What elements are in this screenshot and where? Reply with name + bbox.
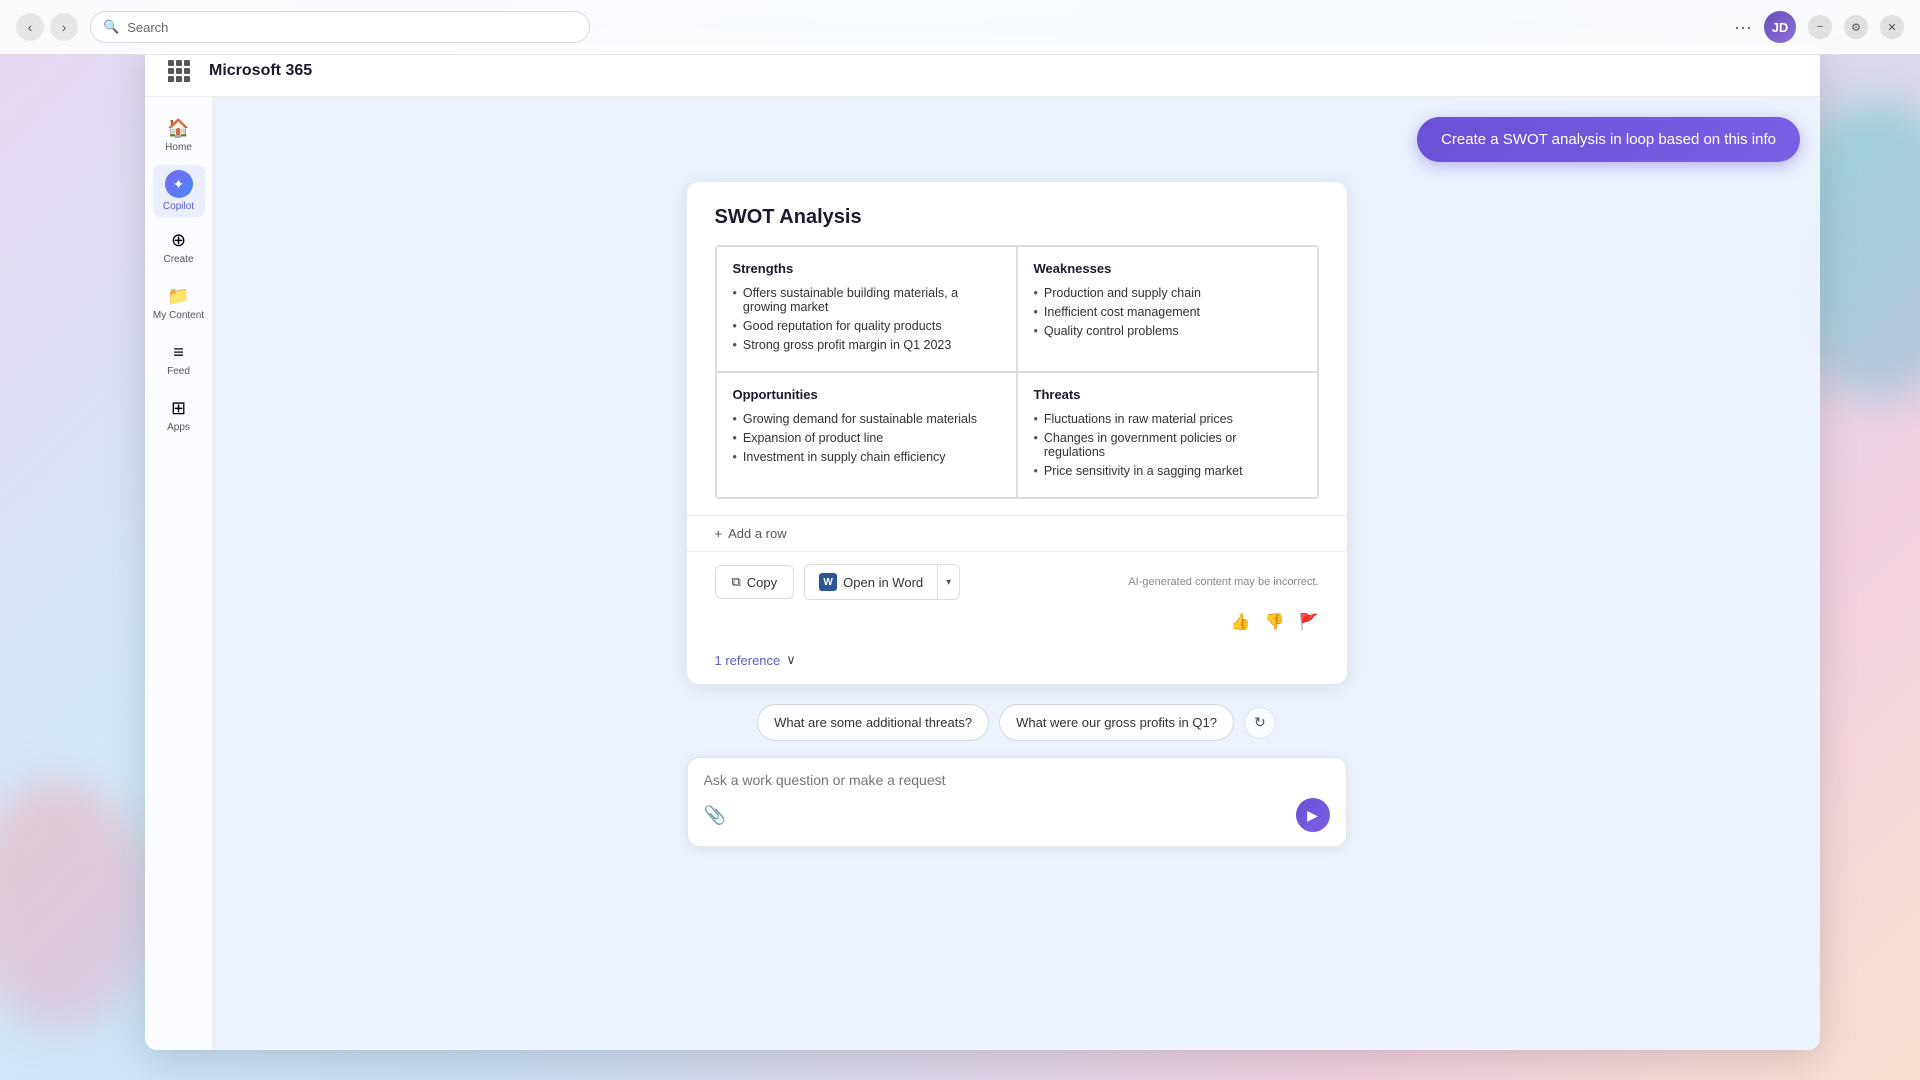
swot-cell-strengths: Strengths Offers sustainable building ma… [716, 246, 1017, 372]
list-item: Strong gross profit margin in Q1 2023 [733, 338, 1000, 352]
browser-nav-buttons: ‹ › [16, 13, 78, 41]
avatar[interactable]: JD [1764, 11, 1796, 43]
open-word-button[interactable]: W Open in Word [804, 564, 938, 600]
close-button[interactable]: ✕ [1880, 15, 1904, 39]
sidebar-label-create: Create [163, 254, 193, 265]
feed-icon: ≡ [173, 342, 184, 363]
copilot-panel: Create a SWOT analysis in loop based on … [213, 97, 1820, 1050]
create-swot-button[interactable]: Create a SWOT analysis in loop based on … [1417, 117, 1800, 162]
input-bottom-bar: 📎 ▶ [704, 798, 1330, 832]
sidebar-label-copilot: Copilot [163, 201, 194, 212]
copilot-icon: ✦ [165, 170, 193, 198]
list-item: Fluctuations in raw material prices [1034, 412, 1301, 426]
strengths-header: Strengths [733, 261, 1000, 276]
refresh-suggestions-button[interactable]: ↻ [1244, 707, 1276, 739]
open-word-dropdown[interactable]: ▾ [938, 564, 960, 600]
main-content: Create a SWOT analysis in loop based on … [213, 97, 1820, 1050]
reference-row[interactable]: 1 reference ∨ [687, 642, 1347, 684]
list-item: Investment in supply chain efficiency [733, 450, 1000, 464]
chevron-down-icon: ∨ [786, 652, 796, 668]
home-icon: 🏠 [167, 118, 189, 139]
open-word-group: W Open in Word ▾ [804, 564, 960, 600]
plus-icon: + [715, 526, 723, 541]
list-item: Good reputation for quality products [733, 319, 1000, 333]
attach-icon[interactable]: 📎 [704, 805, 726, 826]
sidebar-item-my-content[interactable]: 📁 My Content [153, 277, 205, 329]
list-item: Price sensitivity in a sagging market [1034, 464, 1301, 478]
chat-input[interactable] [704, 772, 1330, 788]
settings-button[interactable]: ⚙ [1844, 15, 1868, 39]
reference-count: 1 reference [715, 653, 781, 668]
browser-more-button[interactable]: ··· [1734, 17, 1752, 38]
search-text: Search [127, 20, 168, 35]
swot-cell-opportunities: Opportunities Growing demand for sustain… [716, 372, 1017, 498]
weaknesses-list: Production and supply chain Inefficient … [1034, 286, 1301, 338]
send-button[interactable]: ▶ [1296, 798, 1330, 832]
copy-icon: ⧉ [732, 574, 741, 590]
list-item: Offers sustainable building materials, a… [733, 286, 1000, 314]
flag-icon[interactable]: 🚩 [1299, 612, 1319, 632]
input-area: 📎 ▶ [687, 757, 1347, 847]
sidebar-item-home[interactable]: 🏠 Home [153, 109, 205, 161]
swot-cell-weaknesses: Weaknesses Production and supply chain I… [1017, 246, 1318, 372]
threats-list: Fluctuations in raw material prices Chan… [1034, 412, 1301, 478]
sidebar-item-apps[interactable]: ⊞ Apps [153, 389, 205, 441]
copy-label: Copy [747, 575, 777, 590]
app-title: Microsoft 365 [209, 62, 312, 80]
list-item: Quality control problems [1034, 324, 1301, 338]
swot-card: SWOT Analysis Strengths Offers sustainab… [687, 182, 1347, 684]
swot-card-inner: SWOT Analysis Strengths Offers sustainab… [687, 182, 1347, 515]
ai-disclaimer: AI-generated content may be incorrect. [1128, 576, 1318, 588]
opportunities-header: Opportunities [733, 387, 1000, 402]
word-icon: W [819, 573, 837, 591]
decorative-pink [0, 780, 150, 1030]
weaknesses-header: Weaknesses [1034, 261, 1301, 276]
suggestions-row: What are some additional threats? What w… [757, 704, 1276, 741]
app-grid-button[interactable] [165, 57, 193, 85]
swot-grid: Strengths Offers sustainable building ma… [715, 245, 1319, 499]
list-item: Changes in government policies or regula… [1034, 431, 1301, 459]
open-word-label: Open in Word [843, 575, 923, 590]
forward-button[interactable]: › [50, 13, 78, 41]
sidebar-label-feed: Feed [167, 366, 190, 377]
threats-header: Threats [1034, 387, 1301, 402]
grid-icon [168, 60, 190, 82]
thumbs-up-icon[interactable]: 👍 [1231, 612, 1251, 632]
thumbs-down-icon[interactable]: 👎 [1265, 612, 1285, 632]
add-row-label: Add a row [728, 526, 787, 541]
strengths-list: Offers sustainable building materials, a… [733, 286, 1000, 352]
sidebar-item-create[interactable]: ⊕ Create [153, 221, 205, 273]
create-icon: ⊕ [171, 230, 186, 251]
list-item: Inefficient cost management [1034, 305, 1301, 319]
copy-button[interactable]: ⧉ Copy [715, 565, 795, 599]
feedback-row: 👍 👎 🚩 [687, 612, 1347, 642]
apps-icon: ⊞ [171, 398, 186, 419]
opportunities-list: Growing demand for sustainable materials… [733, 412, 1000, 464]
swot-actions: ⧉ Copy W Open in Word ▾ AI-generated con… [687, 551, 1347, 612]
my-content-icon: 📁 [167, 286, 189, 307]
app-window: Microsoft 365 🏠 Home ✦ Copilot ⊕ Create … [145, 45, 1820, 1050]
sidebar-label-my-content: My Content [153, 310, 204, 321]
sidebar-label-home: Home [165, 142, 192, 153]
sidebar-label-apps: Apps [167, 422, 190, 433]
sidebar: 🏠 Home ✦ Copilot ⊕ Create 📁 My Content ≡… [145, 97, 213, 1050]
list-item: Production and supply chain [1034, 286, 1301, 300]
list-item: Expansion of product line [733, 431, 1000, 445]
minimize-button[interactable]: − [1808, 15, 1832, 39]
browser-chrome: ‹ › 🔍 Search ··· JD − ⚙ ✕ [0, 0, 1920, 55]
sidebar-item-feed[interactable]: ≡ Feed [153, 333, 205, 385]
browser-search-bar[interactable]: 🔍 Search [90, 11, 590, 43]
suggestion-chip-threats[interactable]: What are some additional threats? [757, 704, 989, 741]
suggestion-chip-profits[interactable]: What were our gross profits in Q1? [999, 704, 1234, 741]
back-button[interactable]: ‹ [16, 13, 44, 41]
list-item: Growing demand for sustainable materials [733, 412, 1000, 426]
browser-right-controls: ··· JD − ⚙ ✕ [1734, 11, 1904, 43]
add-row-button[interactable]: + Add a row [687, 515, 1347, 551]
sidebar-item-copilot[interactable]: ✦ Copilot [153, 165, 205, 217]
swot-cell-threats: Threats Fluctuations in raw material pri… [1017, 372, 1318, 498]
swot-title: SWOT Analysis [715, 206, 1319, 229]
search-icon: 🔍 [103, 19, 119, 35]
